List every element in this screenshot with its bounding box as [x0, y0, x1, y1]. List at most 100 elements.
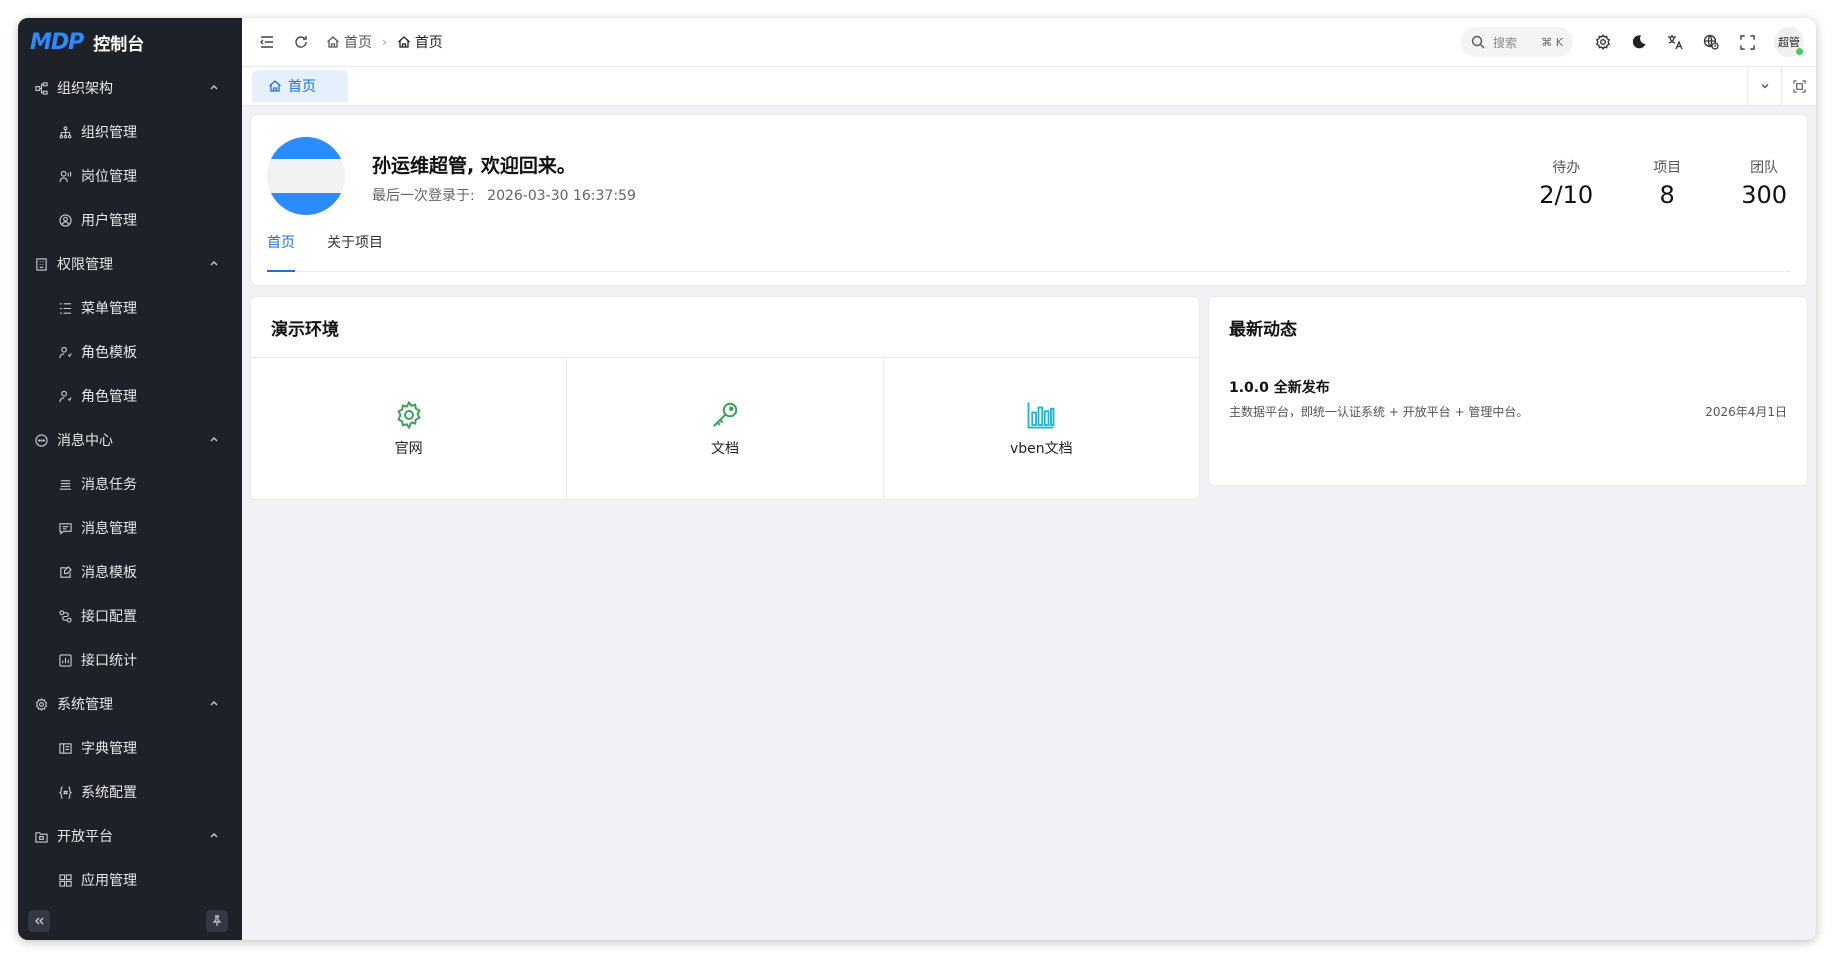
route-icon — [58, 609, 72, 623]
lines-icon — [58, 477, 72, 491]
demo-link-docs[interactable]: 文档 — [567, 358, 884, 499]
message-square-icon — [58, 521, 72, 535]
user-avatar[interactable]: 超管 — [1774, 27, 1804, 57]
sidebar-group-label: 开放平台 — [57, 829, 113, 845]
demo-env-card: 演示环境 官网 文档 vben文档 — [250, 296, 1200, 500]
sidebar: MDP 控制台 组织架构 组织管理 岗位管理 用户管理 权限管理 菜单管理 角色… — [18, 18, 242, 940]
tab-maximize-button[interactable] — [1781, 67, 1816, 105]
tab-more-button[interactable] — [1747, 67, 1782, 105]
user-role-icon — [58, 389, 72, 403]
breadcrumb-item[interactable]: 首页 — [397, 32, 443, 52]
breadcrumb-item[interactable]: 首页 — [326, 32, 372, 52]
template-icon — [58, 565, 72, 579]
sidebar-menu: 组织架构 组织管理 岗位管理 用户管理 权限管理 菜单管理 角色模板 角色管理 … — [18, 66, 242, 902]
news-card: 最新动态 1.0.0 全新发布 主数据平台，即统一认证系统 + 开放平台 + 管… — [1208, 296, 1808, 486]
search-placeholder: 搜索 — [1493, 35, 1518, 50]
sidebar-footer — [18, 902, 242, 940]
breadcrumb-label: 首页 — [414, 35, 443, 51]
moon-icon — [1632, 35, 1646, 49]
logo[interactable]: MDP 控制台 — [18, 18, 242, 66]
subtab-home[interactable]: 首页 — [267, 233, 295, 272]
gear-icon — [1595, 34, 1611, 50]
search-input[interactable]: 搜索 ⌘ K — [1461, 27, 1573, 57]
last-login-time: 2026-03-30 16:37:59 — [487, 188, 636, 204]
sidebar-item-message-tasks[interactable]: 消息任务 — [18, 462, 242, 506]
demo-link-website[interactable]: 官网 — [251, 358, 568, 499]
flag-avatar-image — [267, 137, 345, 215]
sidebar-item-role-manage[interactable]: 角色管理 — [18, 374, 242, 418]
gear-icon — [396, 400, 421, 430]
list-icon — [58, 301, 72, 315]
sidebar-item-org-manage[interactable]: 组织管理 — [18, 110, 242, 154]
stat-value: 8 — [1659, 181, 1675, 209]
sidebar-item-dictionary[interactable]: 字典管理 — [18, 726, 242, 770]
tab-home[interactable]: 首页 — [252, 70, 348, 102]
chevron-up-icon — [208, 81, 220, 93]
key-icon — [713, 402, 738, 427]
app-window: MDP 控制台 组织架构 组织管理 岗位管理 用户管理 权限管理 菜单管理 角色… — [18, 18, 1816, 940]
sidebar-item-label: 系统配置 — [81, 785, 137, 801]
search-icon — [1471, 35, 1485, 49]
settings-button[interactable] — [1594, 33, 1612, 51]
sidebar-group-label: 系统管理 — [57, 697, 113, 713]
last-login: 最后一次登录于: 2026-03-30 16:37:59 — [372, 185, 636, 205]
user-role-icon — [58, 345, 72, 359]
sidebar-item-label: 消息任务 — [81, 477, 137, 493]
sidebar-item-message-template[interactable]: 消息模板 — [18, 550, 242, 594]
sidebar-group-messages[interactable]: 消息中心 — [18, 418, 242, 462]
sidebar-item-system-config[interactable]: 系统配置 — [18, 770, 242, 814]
news-entry-title[interactable]: 1.0.0 全新发布 — [1229, 377, 1330, 397]
stat-value: 300 — [1741, 181, 1787, 209]
sidebar-item-message-manage[interactable]: 消息管理 — [18, 506, 242, 550]
search-shortcut: ⌘ K — [1541, 35, 1563, 49]
chevron-up-icon — [208, 829, 220, 841]
sidebar-group-permission[interactable]: 权限管理 — [18, 242, 242, 286]
sidebar-group-label: 组织架构 — [57, 81, 113, 97]
braces-icon — [58, 785, 72, 799]
message-circle-icon — [34, 433, 48, 447]
user-circle-icon — [58, 213, 72, 227]
language-button[interactable] — [1666, 33, 1684, 51]
card-title: 演示环境 — [251, 297, 1199, 358]
breadcrumb: 首页 › 首页 — [326, 32, 443, 52]
sidebar-item-menu-manage[interactable]: 菜单管理 — [18, 286, 242, 330]
sidebar-group-system[interactable]: 系统管理 — [18, 682, 242, 726]
timezone-button[interactable] — [1702, 33, 1720, 51]
apps-icon — [58, 873, 72, 887]
sidebar-item-label: 岗位管理 — [81, 169, 137, 185]
org-chart-icon — [34, 81, 48, 95]
sidebar-item-role-template[interactable]: 角色模板 — [18, 330, 242, 374]
logo-text: 控制台 — [93, 34, 145, 55]
stat-team: 团队 300 — [1741, 157, 1787, 209]
theme-toggle-button[interactable] — [1630, 33, 1648, 51]
book-icon — [58, 741, 72, 755]
sidebar-group-open-platform[interactable]: 开放平台 — [18, 814, 242, 858]
sidebar-item-label: 应用管理 — [81, 873, 137, 889]
fullscreen-button[interactable] — [1738, 33, 1756, 51]
globe-clock-icon — [1703, 34, 1719, 50]
welcome-card: 孙运维超管, 欢迎回来。 最后一次登录于: 2026-03-30 16:37:5… — [250, 114, 1808, 286]
chevron-down-icon — [1761, 84, 1769, 89]
hierarchy-icon — [58, 125, 72, 139]
sidebar-item-apps[interactable]: 应用管理 — [18, 858, 242, 902]
translate-icon — [1668, 35, 1683, 50]
stat-label: 项目 — [1653, 160, 1682, 176]
bar-chart-icon — [1027, 402, 1055, 428]
sidebar-group-org[interactable]: 组织架构 — [18, 66, 242, 110]
tab-label: 首页 — [288, 79, 316, 95]
menu-toggle-button[interactable] — [258, 33, 276, 51]
sidebar-item-users[interactable]: 用户管理 — [18, 198, 242, 242]
subtab-about[interactable]: 关于项目 — [327, 233, 383, 271]
building-icon — [34, 257, 48, 271]
stats-group: 待办 2/10 项目 8 团队 300 — [1479, 157, 1787, 209]
sidebar-item-position[interactable]: 岗位管理 — [18, 154, 242, 198]
sidebar-item-api-config[interactable]: 接口配置 — [18, 594, 242, 638]
refresh-button[interactable] — [292, 33, 310, 51]
menu-fold-icon — [260, 36, 273, 48]
demo-link-vben-docs[interactable]: vben文档 — [884, 358, 1199, 499]
collapse-sidebar-button[interactable] — [28, 910, 50, 932]
sidebar-item-api-stats[interactable]: 接口统计 — [18, 638, 242, 682]
home-icon — [327, 36, 339, 48]
news-entry-desc: 主数据平台，即统一认证系统 + 开放平台 + 管理中台。 — [1229, 405, 1529, 419]
pin-sidebar-button[interactable] — [206, 910, 228, 932]
